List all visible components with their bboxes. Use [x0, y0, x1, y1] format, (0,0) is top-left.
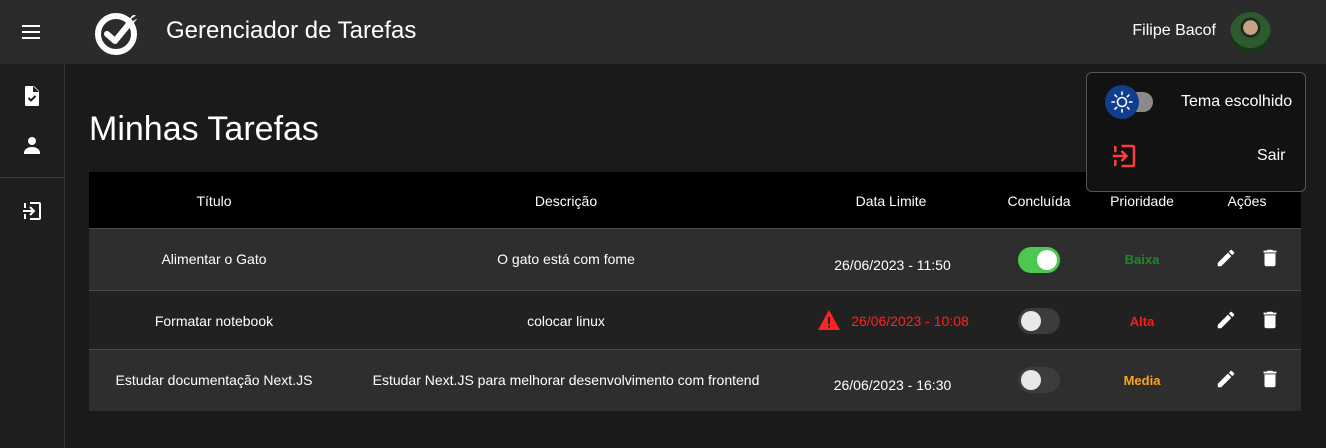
column-header-actions: Ações — [1227, 193, 1267, 209]
task-deadline: 26/06/2023 - 11:50 — [834, 257, 951, 273]
column-header-priority: Prioridade — [1110, 193, 1174, 209]
delete-trash-icon[interactable] — [1259, 247, 1281, 269]
task-description: colocar linux — [527, 313, 605, 329]
sun-icon — [1111, 91, 1133, 113]
table-row: Estudar documentação Next.JS Estudar Nex… — [89, 349, 1301, 411]
column-header-completed: Concluída — [1007, 193, 1071, 209]
completed-toggle[interactable] — [1018, 308, 1060, 334]
task-description: Estudar Next.JS para melhorar desenvolvi… — [372, 372, 760, 388]
tasks-table: Título Descrição Data Limite Concluída P… — [89, 172, 1301, 411]
page-title: Minhas Tarefas — [89, 110, 319, 148]
task-description: O gato está com fome — [497, 251, 635, 267]
task-title: Formatar notebook — [154, 313, 274, 329]
column-header-description: Descrição — [534, 193, 598, 209]
edit-pencil-icon[interactable] — [1215, 368, 1237, 390]
column-header-deadline: Data Limite — [855, 193, 927, 209]
column-header-title: Título — [196, 193, 232, 209]
user-avatar[interactable] — [1230, 12, 1271, 53]
theme-label: Tema escolhido — [1181, 93, 1293, 110]
sidebar-item-profile[interactable] — [20, 133, 44, 157]
task-title: Alimentar o Gato — [161, 251, 267, 267]
task-title: Estudar documentação Next.JS — [115, 372, 313, 388]
task-deadline-overdue: 26/06/2023 - 10:08 — [851, 313, 969, 329]
menu-icon[interactable] — [18, 20, 46, 44]
edit-pencil-icon[interactable] — [1215, 247, 1237, 269]
completed-toggle[interactable] — [1018, 367, 1060, 393]
sidebar — [0, 64, 65, 448]
priority-badge: Alta — [1129, 314, 1155, 329]
sidebar-item-logout[interactable] — [20, 199, 44, 223]
person-icon — [24, 137, 40, 154]
priority-badge: Baixa — [1124, 252, 1160, 267]
delete-trash-icon[interactable] — [1259, 309, 1281, 331]
logout-icon — [23, 202, 41, 220]
warning-icon — [817, 309, 841, 333]
app-title: Gerenciador de Tarefas — [166, 17, 417, 44]
priority-badge: Media — [1123, 373, 1161, 388]
sidebar-item-tasks[interactable] — [20, 84, 44, 108]
task-deadline: 26/06/2023 - 16:30 — [833, 377, 952, 393]
top-app-bar: Gerenciador de Tarefas Filipe Bacof — [0, 0, 1326, 64]
check-circle-logo-icon — [94, 10, 140, 56]
sidebar-divider — [0, 177, 64, 178]
user-popup-menu: Tema escolhido Sair — [1086, 72, 1306, 192]
theme-toggle[interactable] — [1105, 85, 1157, 119]
table-row: Alimentar o Gato O gato está com fome 26… — [89, 228, 1301, 290]
task-document-icon — [25, 86, 39, 106]
completed-toggle[interactable] — [1018, 247, 1060, 273]
logout-menu-item[interactable]: Sair — [1257, 147, 1285, 165]
delete-trash-icon[interactable] — [1259, 368, 1281, 390]
user-name: Filipe Bacof — [1132, 22, 1216, 39]
logout-icon[interactable] — [1109, 141, 1139, 171]
edit-pencil-icon[interactable] — [1215, 309, 1237, 331]
table-row: Formatar notebook colocar linux 26/06/20… — [89, 290, 1301, 349]
